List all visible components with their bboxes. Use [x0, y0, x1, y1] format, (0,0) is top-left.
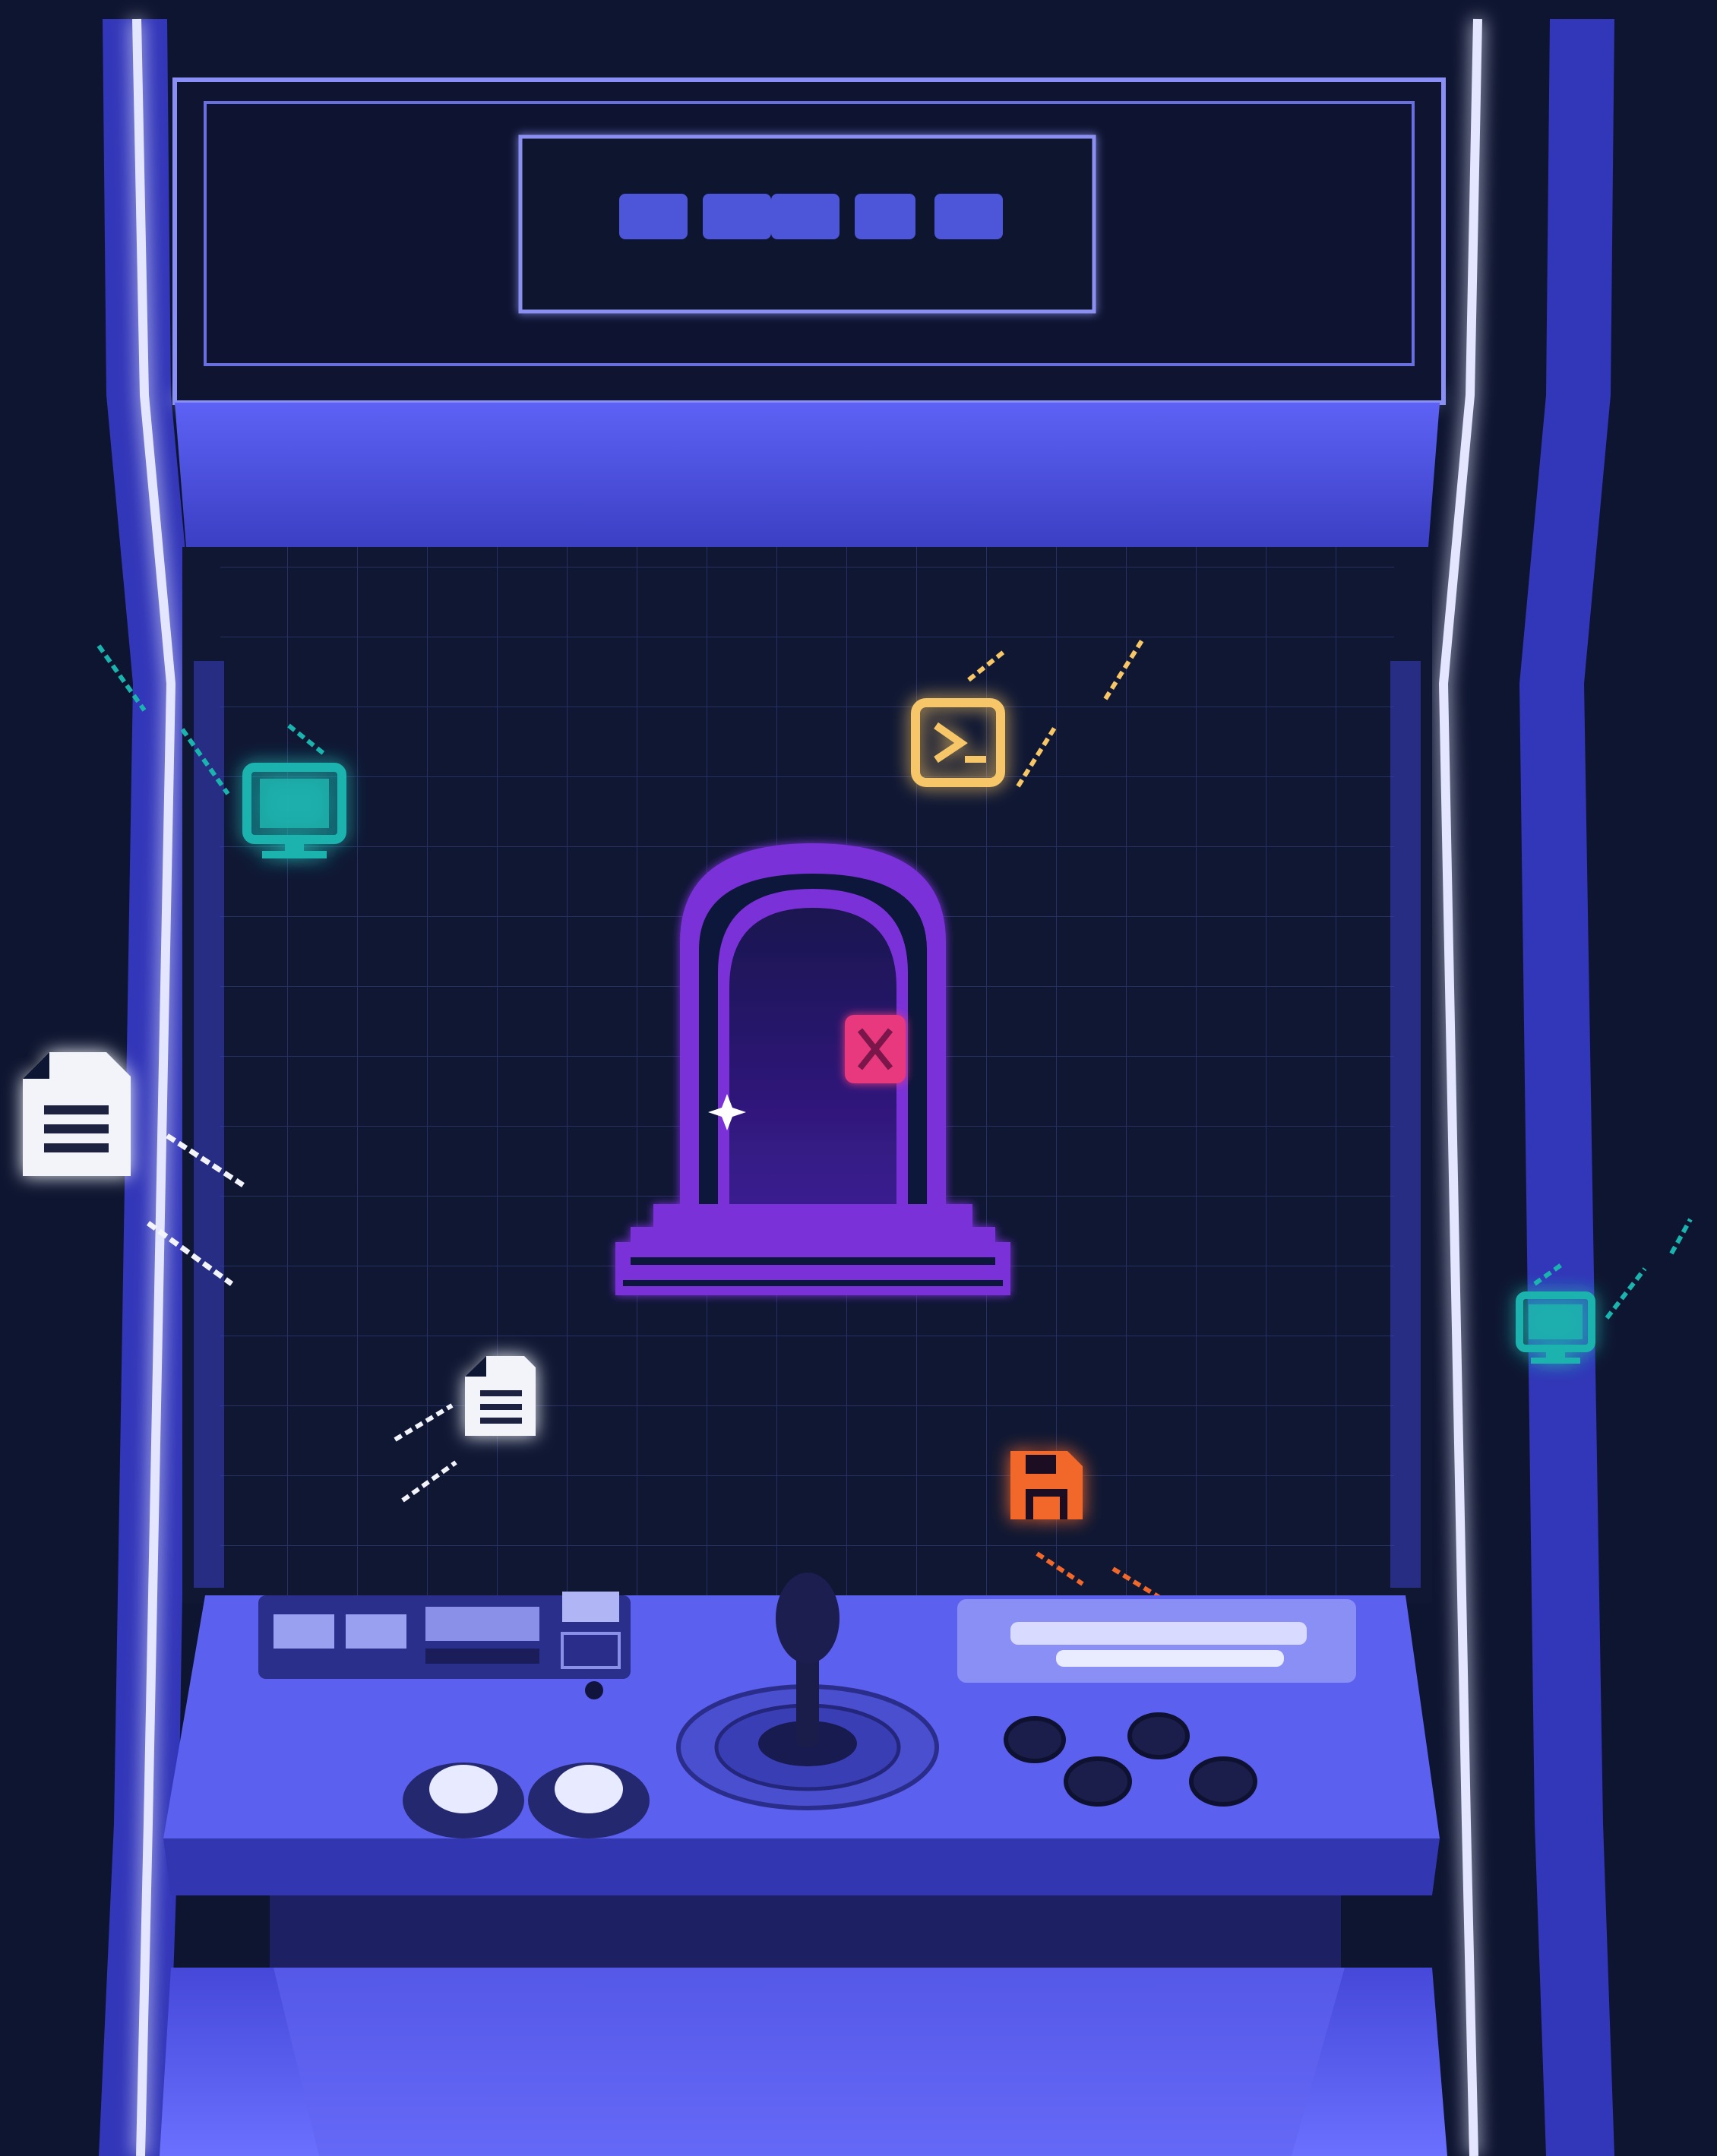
- marquee: [172, 77, 1446, 405]
- bezel: [175, 403, 1440, 547]
- floppy-disk-icon: [1010, 1451, 1083, 1519]
- close-x-icon: [845, 1015, 906, 1083]
- document-icon-small: [465, 1356, 536, 1436]
- right-card-tray: [957, 1599, 1356, 1683]
- document-icon: [23, 1052, 131, 1176]
- marquee-blocks: [619, 194, 1003, 239]
- arcade-scene: [23, 18, 1693, 2156]
